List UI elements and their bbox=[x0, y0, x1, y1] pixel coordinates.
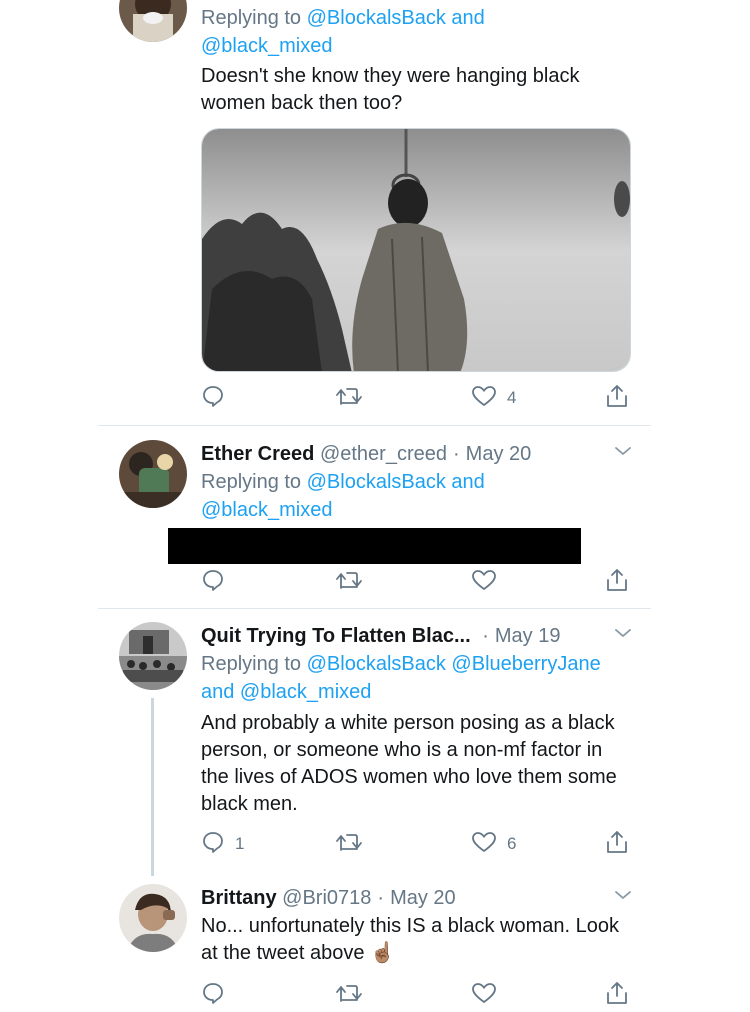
tweet-image[interactable] bbox=[201, 128, 631, 372]
retweet-icon bbox=[335, 384, 363, 413]
tweet-actions bbox=[201, 568, 631, 596]
mention-link[interactable]: @black_mixed bbox=[201, 35, 332, 57]
like-button[interactable] bbox=[471, 981, 507, 1009]
tweet-text: And probably a white person posing as a … bbox=[201, 712, 617, 815]
replying-to: Replying to @BlockalsBack @BlueberryJane… bbox=[201, 653, 601, 703]
avatar[interactable] bbox=[119, 884, 187, 952]
retweet-button[interactable] bbox=[335, 981, 373, 1009]
user-name[interactable]: Quit Trying To Flatten Blac... bbox=[201, 625, 471, 647]
reply-button[interactable] bbox=[201, 981, 235, 1009]
tweet-header: Quit Trying To Flatten Blac... · May 19 bbox=[201, 625, 561, 647]
divider bbox=[98, 608, 651, 609]
heart-icon bbox=[471, 981, 497, 1010]
like-button[interactable]: 4 bbox=[471, 384, 516, 412]
user-handle[interactable]: @ether_creed bbox=[320, 443, 447, 465]
heart-icon bbox=[471, 830, 497, 859]
tweet-actions: 4 bbox=[201, 384, 631, 412]
reply-icon bbox=[201, 830, 225, 859]
retweet-button[interactable] bbox=[335, 384, 373, 412]
mention-link[interactable]: @BlockalsBack and bbox=[307, 471, 485, 493]
share-icon bbox=[605, 829, 629, 860]
heart-icon bbox=[471, 384, 497, 413]
share-button[interactable] bbox=[605, 981, 629, 1009]
tweet-text: No... unfortunately this IS a black woma… bbox=[201, 915, 619, 964]
chevron-down-icon[interactable] bbox=[614, 626, 632, 644]
mention-link[interactable]: @BlockalsBack and bbox=[307, 7, 485, 29]
like-button[interactable] bbox=[471, 568, 507, 596]
mention-link[interactable]: and @black_mixed bbox=[201, 681, 371, 703]
share-icon bbox=[605, 383, 629, 414]
redacted-text bbox=[168, 528, 581, 564]
avatar[interactable] bbox=[119, 0, 187, 42]
thread-line bbox=[151, 698, 154, 876]
tweet-header: Ether Creed @ether_creed · May 20 bbox=[201, 443, 532, 465]
replying-to: Replying to @BlockalsBack and @black_mix… bbox=[201, 471, 485, 521]
retweet-button[interactable] bbox=[335, 830, 373, 858]
avatar[interactable] bbox=[119, 440, 187, 508]
share-button[interactable] bbox=[605, 830, 629, 858]
tweet-text: Doesn't she know they were hanging black… bbox=[201, 65, 580, 114]
mention-link[interactable]: @BlockalsBack @BlueberryJane bbox=[307, 653, 601, 675]
tweet-date[interactable]: May 19 bbox=[495, 625, 561, 647]
retweet-icon bbox=[335, 568, 363, 597]
share-icon bbox=[605, 980, 629, 1011]
reply-icon bbox=[201, 568, 225, 597]
reply-button[interactable] bbox=[201, 384, 235, 412]
replying-to: Replying to @BlockalsBack and @black_mix… bbox=[201, 7, 485, 57]
share-icon bbox=[605, 567, 629, 598]
avatar[interactable] bbox=[119, 622, 187, 690]
like-button[interactable]: 6 bbox=[471, 830, 516, 858]
tweet-actions bbox=[201, 981, 631, 1009]
retweet-icon bbox=[335, 981, 363, 1010]
mention-link[interactable]: @black_mixed bbox=[201, 499, 332, 521]
share-button[interactable] bbox=[605, 384, 629, 412]
user-name[interactable]: Ether Creed bbox=[201, 443, 314, 465]
share-button[interactable] bbox=[605, 568, 629, 596]
reply-button[interactable]: 1 bbox=[201, 830, 244, 858]
divider bbox=[98, 425, 651, 426]
retweet-icon bbox=[335, 830, 363, 859]
chevron-down-icon[interactable] bbox=[614, 888, 632, 906]
tweet-actions: 1 6 bbox=[201, 830, 631, 858]
chevron-down-icon[interactable] bbox=[614, 444, 632, 462]
user-handle[interactable]: @Bri0718 bbox=[282, 887, 371, 909]
reply-icon bbox=[201, 981, 225, 1010]
tweet-header: Brittany @Bri0718 · May 20 bbox=[201, 887, 456, 909]
user-name[interactable]: Brittany bbox=[201, 887, 277, 909]
reply-icon bbox=[201, 384, 225, 413]
reply-button[interactable] bbox=[201, 568, 235, 596]
retweet-button[interactable] bbox=[335, 568, 373, 596]
tweet-date[interactable]: May 20 bbox=[466, 443, 532, 465]
tweet-date[interactable]: May 20 bbox=[390, 887, 456, 909]
heart-icon bbox=[471, 568, 497, 597]
